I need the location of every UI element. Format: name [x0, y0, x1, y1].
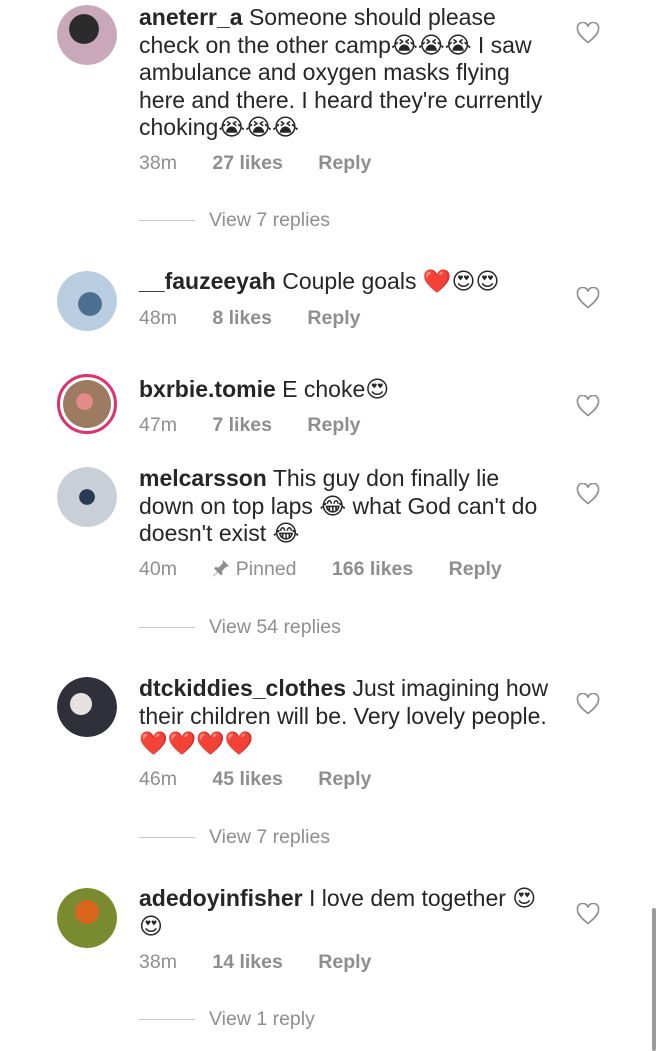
comment-text: melcarsson This guy don finally lie down…	[139, 465, 559, 548]
like-heart-icon[interactable]	[576, 483, 600, 505]
comment-meta: 38m 27 likes Reply	[139, 152, 371, 175]
reply-button[interactable]: Reply	[449, 558, 502, 581]
comment-text: bxrbie.tomie E choke😍	[139, 376, 559, 404]
comment-likes[interactable]: 166 likes	[332, 558, 413, 581]
view-replies-label: View 1 reply	[209, 1008, 315, 1030]
comment-text: dtckiddies_clothes Just imagining how th…	[139, 675, 559, 758]
comment-time: 38m	[139, 951, 177, 973]
view-replies-button[interactable]: View 1 reply	[139, 1008, 315, 1031]
comment-body: Couple goals ❤️😍😍	[282, 268, 500, 294]
comment-text: __fauzeeyah Couple goals ❤️😍😍	[139, 268, 559, 296]
view-replies-button[interactable]: View 54 replies	[139, 616, 341, 639]
comment-likes[interactable]: 8 likes	[212, 307, 272, 330]
reply-button[interactable]: Reply	[318, 951, 371, 974]
reply-button[interactable]: Reply	[318, 152, 371, 175]
pinned-label: Pinned	[212, 558, 297, 581]
avatar[interactable]	[57, 888, 117, 948]
comment-likes[interactable]: 7 likes	[212, 414, 272, 437]
comment-meta: 46m 45 likes Reply	[139, 768, 371, 791]
comment-username[interactable]: dtckiddies_clothes	[139, 675, 346, 701]
comment-time: 38m	[139, 152, 177, 174]
comment-time: 40m	[139, 558, 177, 580]
avatar[interactable]	[57, 5, 117, 65]
comment-username[interactable]: melcarsson	[139, 465, 267, 491]
view-replies-button[interactable]: View 7 replies	[139, 826, 330, 849]
comment-meta: 48m 8 likes Reply	[139, 307, 361, 330]
avatar[interactable]	[57, 677, 117, 737]
divider-line	[139, 627, 195, 628]
pin-icon	[213, 560, 230, 577]
divider-line	[139, 220, 195, 221]
reply-button[interactable]: Reply	[307, 307, 360, 330]
view-replies-label: View 7 replies	[209, 209, 331, 231]
comment-time: 46m	[139, 768, 177, 790]
like-heart-icon[interactable]	[576, 395, 600, 417]
avatar[interactable]	[57, 467, 117, 527]
comment-text: adedoyinfisher I love dem together 😍😍	[139, 885, 559, 940]
reply-button[interactable]: Reply	[307, 414, 360, 437]
view-replies-label: View 54 replies	[209, 616, 341, 638]
comment-body: E choke😍	[282, 376, 390, 402]
reply-button[interactable]: Reply	[318, 768, 371, 791]
comment-username[interactable]: bxrbie.tomie	[139, 376, 276, 402]
scrollbar[interactable]	[652, 908, 656, 1051]
avatar-with-story-ring[interactable]	[57, 374, 117, 434]
comment-username[interactable]: adedoyinfisher	[139, 885, 303, 911]
comment-text: aneterr_a Someone should please check on…	[139, 4, 559, 142]
view-replies-label: View 7 replies	[209, 826, 331, 848]
avatar[interactable]	[57, 271, 117, 331]
comment-time: 48m	[139, 307, 177, 329]
comment-meta: 40m Pinned 166 likes Reply	[139, 558, 502, 581]
comment-username[interactable]: __fauzeeyah	[139, 268, 276, 294]
view-replies-button[interactable]: View 7 replies	[139, 209, 330, 232]
comment-meta: 38m 14 likes Reply	[139, 951, 371, 974]
comment-time: 47m	[139, 414, 177, 436]
divider-line	[139, 837, 195, 838]
like-heart-icon[interactable]	[576, 903, 600, 925]
comment-likes[interactable]: 45 likes	[212, 768, 282, 791]
comment-meta: 47m 7 likes Reply	[139, 414, 361, 437]
divider-line	[139, 1019, 195, 1020]
like-heart-icon[interactable]	[576, 287, 600, 309]
like-heart-icon[interactable]	[576, 22, 600, 44]
comment-likes[interactable]: 27 likes	[212, 152, 282, 175]
comment-username[interactable]: aneterr_a	[139, 4, 243, 30]
comment-likes[interactable]: 14 likes	[212, 951, 282, 974]
like-heart-icon[interactable]	[576, 693, 600, 715]
